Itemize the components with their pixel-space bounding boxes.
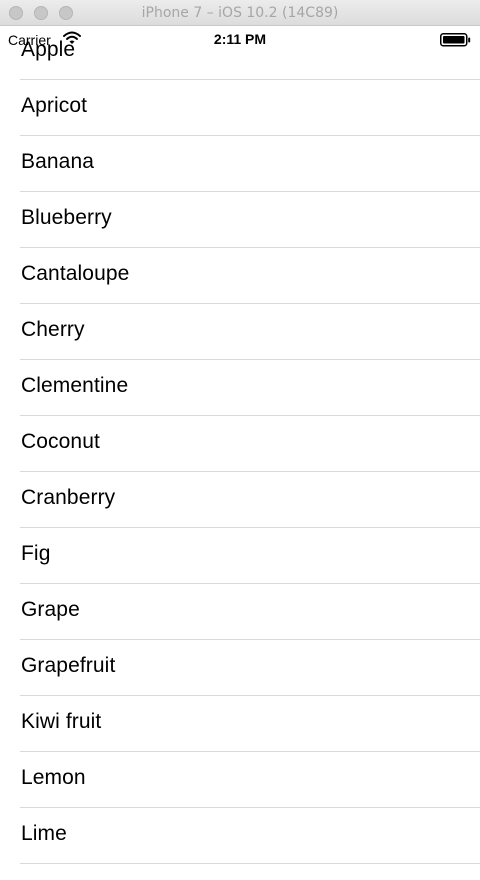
fruit-row[interactable]: Fig (0, 528, 480, 584)
fruit-row[interactable]: Lemon (0, 752, 480, 808)
fruit-row[interactable]: Apricot (0, 80, 480, 136)
fruit-row[interactable]: Kiwi fruit (0, 696, 480, 752)
window-title-bar: iPhone 7 – iOS 10.2 (14C89) (0, 0, 480, 26)
fruit-row-label: Fig (21, 542, 51, 565)
fruit-row[interactable]: Coconut (0, 416, 480, 472)
fruit-row[interactable]: Banana (0, 136, 480, 192)
fruit-row[interactable]: Cantaloupe (0, 248, 480, 304)
status-time: 2:11 PM (213, 31, 267, 47)
fruit-row-label: Blueberry (21, 206, 112, 229)
fruit-row-label: Cranberry (21, 486, 116, 509)
simulator-window: iPhone 7 – iOS 10.2 (14C89) Apple Apricot… (0, 0, 480, 880)
fruit-row[interactable]: Clementine (0, 360, 480, 416)
fruit-row-label: Kiwi fruit (21, 710, 102, 733)
window-title: iPhone 7 – iOS 10.2 (14C89) (141, 5, 339, 21)
fruit-row-label: Lemon (21, 766, 86, 789)
status-bar: Carrier 2:11 PM (0, 26, 480, 54)
fruit-row-label: Grape (21, 598, 80, 621)
fruit-list: Apple Apricot Banana Blueberry Cantaloupe Che… (0, 26, 480, 864)
row-separator (20, 863, 480, 864)
fruit-row-label: Banana (21, 150, 95, 173)
fruit-row-label: Clementine (21, 374, 129, 397)
fruit-row-label: Apricot (21, 94, 88, 117)
fruit-row-label: Cantaloupe (21, 262, 130, 285)
fruit-row[interactable]: Grapefruit (0, 640, 480, 696)
fruit-row[interactable]: Blueberry (0, 192, 480, 248)
fruit-row[interactable]: Cherry (0, 304, 480, 360)
fruit-row[interactable]: Grape (0, 584, 480, 640)
fruit-row-label: Lime (21, 822, 67, 845)
fruit-row[interactable]: Cranberry (0, 472, 480, 528)
fruit-row-label: Grapefruit (21, 654, 116, 677)
battery-icon (440, 33, 471, 47)
fruit-row-label: Cherry (21, 318, 85, 341)
fruit-row[interactable]: Lime (0, 808, 480, 864)
fruit-row-label: Coconut (21, 430, 100, 453)
fruit-table-view[interactable]: Apple Apricot Banana Blueberry Cantaloupe Che… (0, 26, 480, 880)
